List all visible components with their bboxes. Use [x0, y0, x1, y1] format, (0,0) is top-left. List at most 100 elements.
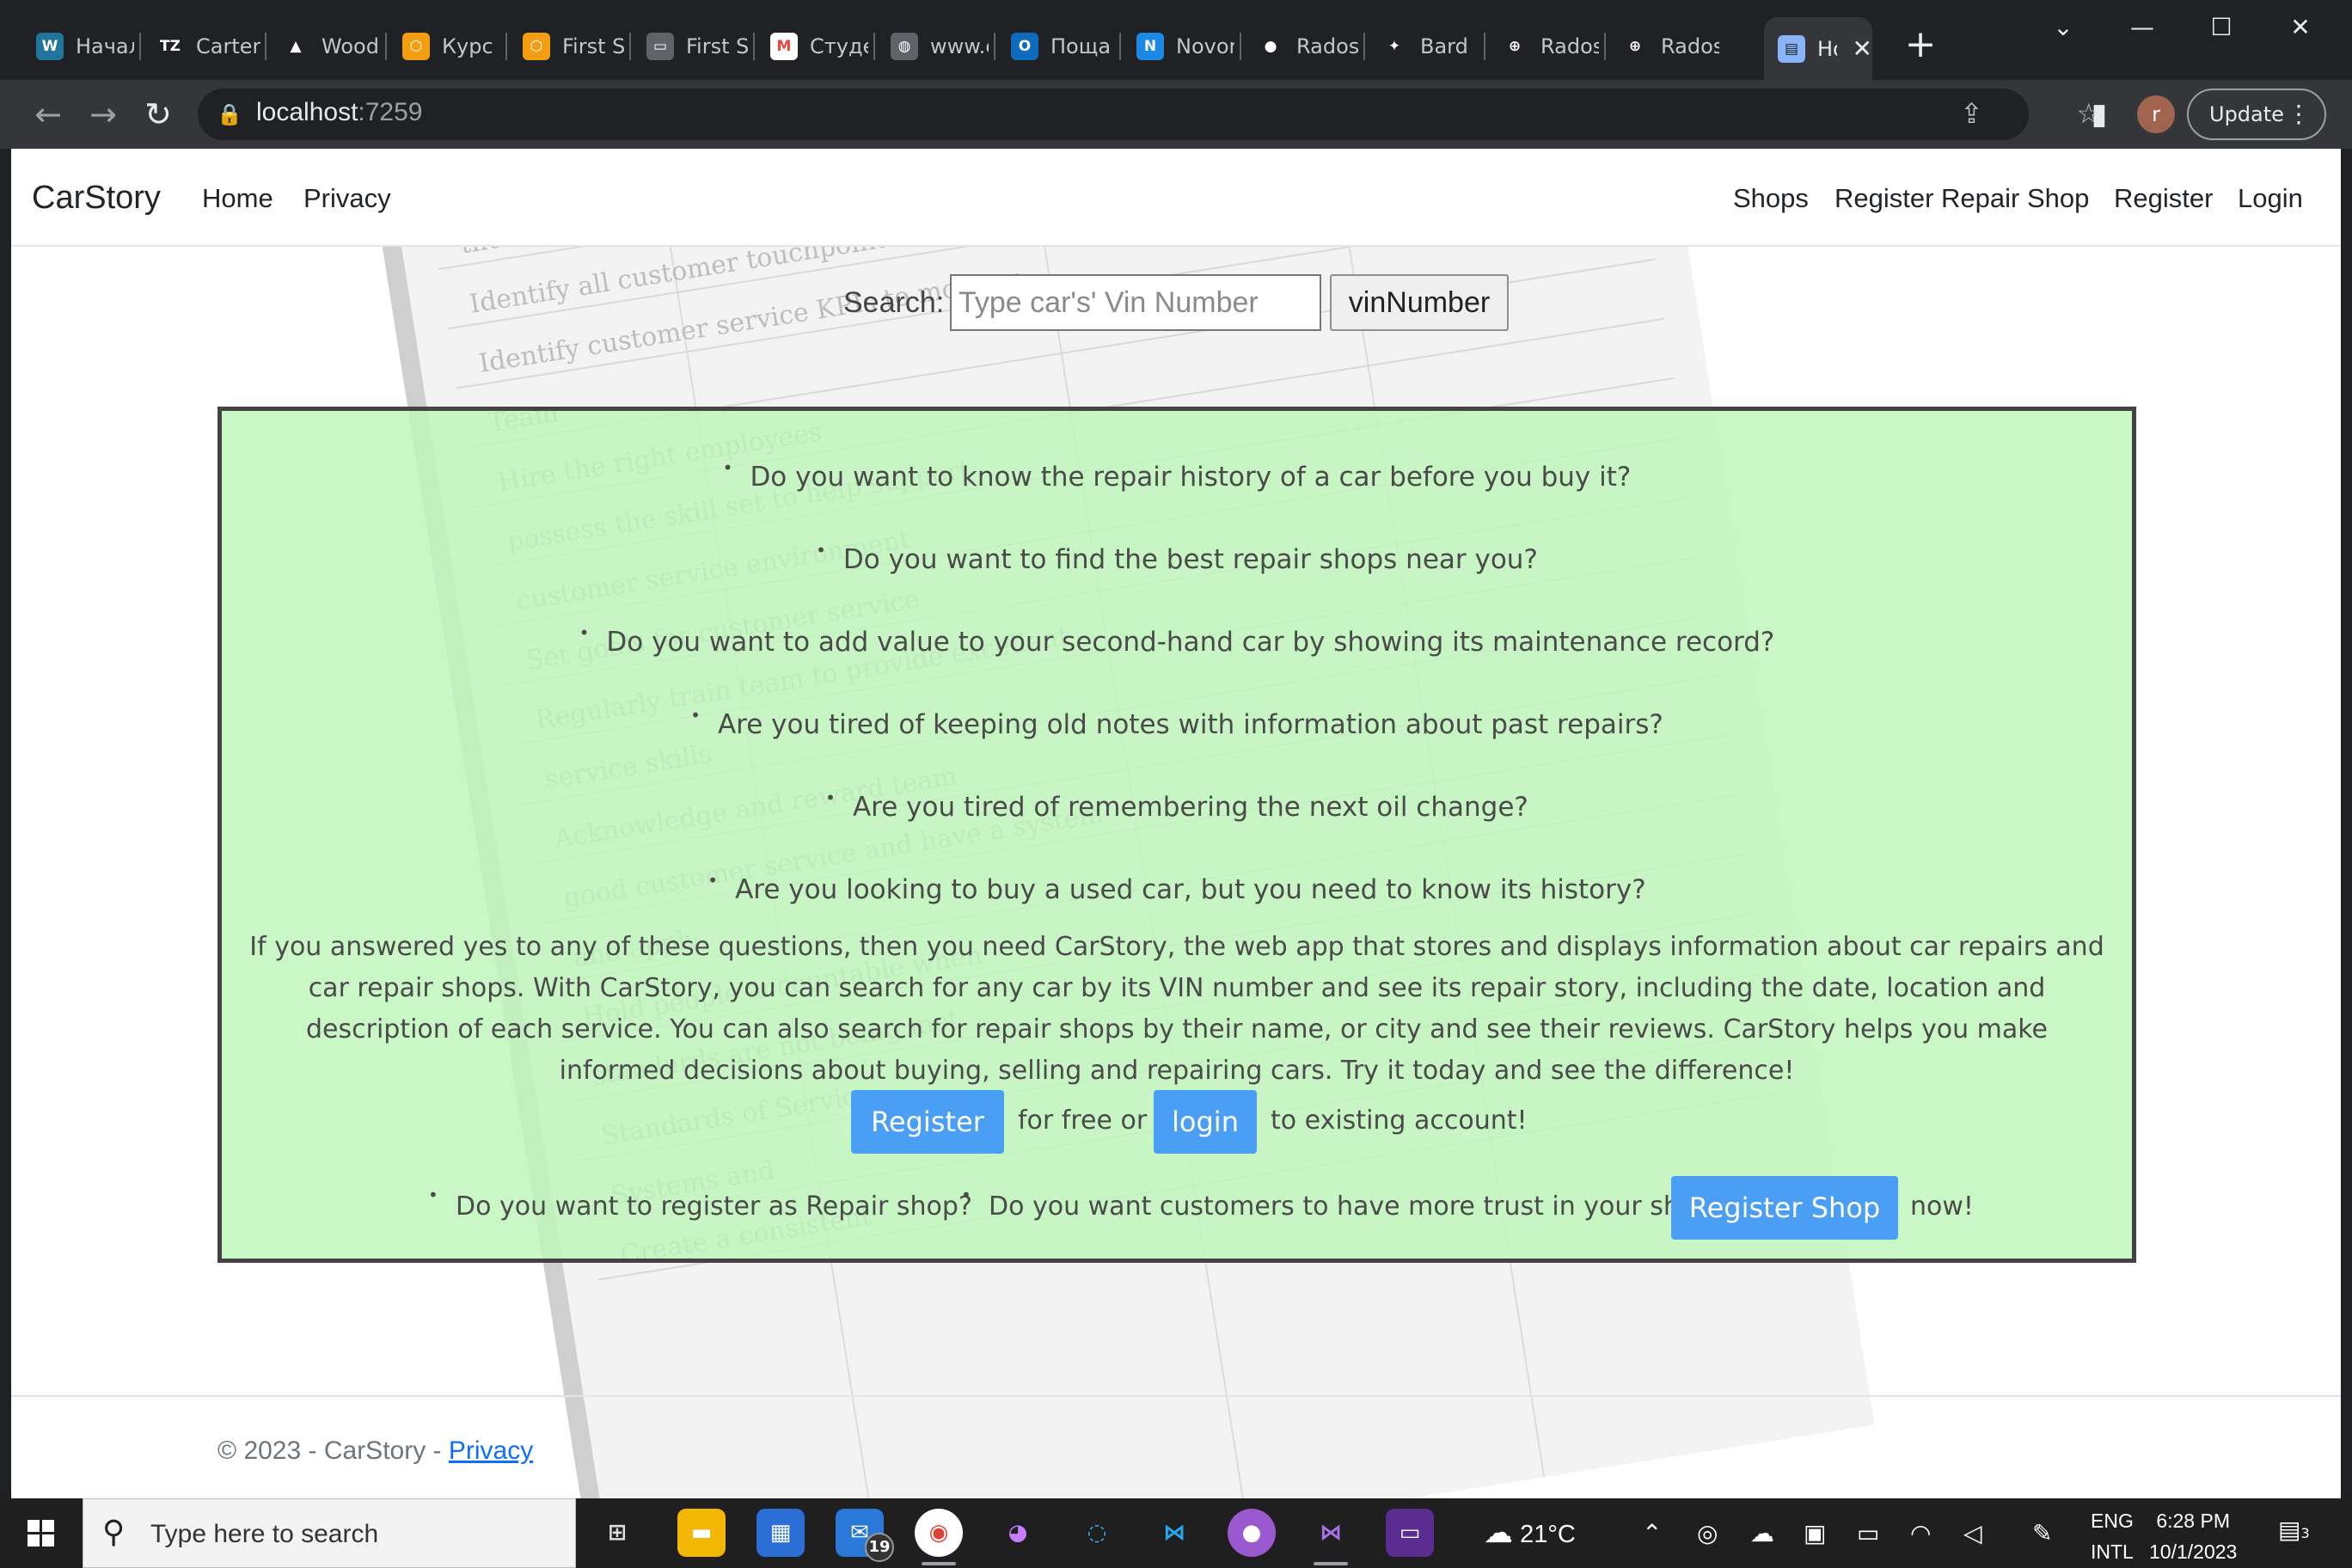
register-cta: Register for free or login to existing a… — [222, 1090, 2132, 1159]
tab[interactable]: ⊕ Rados — [1487, 22, 1599, 70]
tab[interactable]: ⬡ Курс — [389, 22, 500, 70]
tab[interactable]: ● Rados — [1243, 22, 1358, 70]
update-button[interactable]: Update ⋮ — [2187, 89, 2326, 140]
footer-privacy-link[interactable]: Privacy — [449, 1436, 533, 1465]
taskbar-search[interactable]: ⚲ Type here to search — [83, 1498, 576, 1568]
tab-separator — [1119, 33, 1121, 60]
tab[interactable]: O Поща — [997, 22, 1114, 70]
gmail-icon: M — [770, 33, 798, 60]
nav-login[interactable]: Login — [2238, 183, 2303, 214]
nav-register[interactable]: Register — [2114, 183, 2213, 214]
register-button[interactable]: Register — [851, 1090, 1004, 1154]
outlook-icon: O — [1011, 33, 1038, 60]
taskbar-search-placeholder: Type here to search — [150, 1520, 379, 1548]
cta-text-end: to existing account! — [1271, 1106, 1528, 1136]
chrome-icon[interactable]: ◉ — [915, 1509, 963, 1565]
task-view-icon[interactable]: ⊞ — [593, 1509, 641, 1557]
nav-privacy[interactable]: Privacy — [303, 183, 391, 214]
register-shop-cta: • Do you want to register as Repair shop… — [222, 1173, 2132, 1250]
chevron-up-icon[interactable]: ⌃ — [1642, 1519, 1662, 1547]
forward-button[interactable]: → — [81, 92, 126, 137]
address-bar[interactable]: 🔒 localhost:7259 ⇪ ☆ — [198, 89, 2101, 140]
battery-icon[interactable]: ▭ — [1857, 1519, 1879, 1547]
tab[interactable]: ◍ www.c — [877, 22, 989, 70]
tab[interactable]: ⊕ Rados — [1608, 22, 1719, 70]
brand-logo[interactable]: CarStory — [32, 180, 161, 217]
shop-question-2: Do you want customers to have more trust… — [989, 1191, 1712, 1222]
visual-studio-icon[interactable]: ⋈ — [1307, 1509, 1355, 1565]
search-icon: ⚲ — [102, 1515, 126, 1550]
more-menu-icon[interactable]: ⋮ — [2287, 90, 2311, 138]
tab-separator — [1363, 33, 1365, 60]
footer-divider — [11, 1395, 2341, 1397]
pen-icon[interactable]: ✎ — [2032, 1519, 2052, 1547]
login-button[interactable]: login — [1154, 1090, 1257, 1154]
tab[interactable]: ⬡ First S — [509, 22, 624, 70]
reload-button[interactable]: ↻ — [136, 92, 181, 137]
microsoft-store-icon[interactable]: ▦ — [756, 1509, 805, 1557]
vin-search-input[interactable] — [950, 274, 1321, 331]
paint-icon[interactable]: ◕ — [994, 1509, 1042, 1557]
tab-search-chevron-icon[interactable]: ⌄ — [2029, 7, 2098, 48]
register-shop-button[interactable]: Register Shop — [1671, 1176, 1898, 1240]
tab[interactable]: TZ Carter — [143, 22, 263, 70]
vscode-icon[interactable]: ⋈ — [1150, 1509, 1198, 1557]
tab-separator — [1484, 33, 1485, 60]
tab-separator — [1240, 33, 1241, 60]
tab[interactable]: ▭ First S — [633, 22, 748, 70]
vin-search-button[interactable]: vinNumber — [1330, 274, 1509, 331]
edge-icon[interactable]: ◌ — [1073, 1509, 1121, 1557]
browser-toolbar: ← → ↻ 🔒 localhost:7259 ⇪ ☆ ▮ r Update ⋮ — [0, 80, 2352, 149]
notifications-icon[interactable]: ▤3 — [2278, 1516, 2310, 1544]
screen-icon[interactable]: ▣ — [1804, 1519, 1826, 1547]
tab-label: Bard — [1420, 34, 1468, 58]
clock[interactable]: 6:28 PM 10/1/2023 — [2149, 1505, 2237, 1567]
nav-shops[interactable]: Shops — [1733, 183, 1809, 214]
tab-label: www.c — [930, 34, 989, 58]
tab-separator — [629, 33, 631, 60]
language-indicator[interactable]: ENG INTL — [2091, 1505, 2134, 1567]
tab-separator — [753, 33, 755, 60]
wifi-icon[interactable]: ◠ — [1910, 1519, 1931, 1547]
browser-tab-strip: W Начал TZ Carter ▲ Wood ⬡ Курс ⬡ First S ▭ First S… — [0, 0, 2352, 80]
tab[interactable]: ✦ Bard — [1367, 22, 1479, 70]
site-navbar: CarStory Home Privacy Shops Register Rep… — [11, 149, 2341, 247]
intro-paragraph: If you answered yes to any of these ques… — [249, 932, 2104, 1086]
start-button[interactable] — [0, 1498, 83, 1568]
tab-label: Wood — [322, 34, 379, 58]
close-icon[interactable]: ✕ — [1853, 34, 1872, 63]
globe-icon: ⊕ — [1501, 33, 1528, 60]
globe-icon: ◍ — [891, 33, 918, 60]
nav-register-repair-shop[interactable]: Register Repair Shop — [1834, 183, 2089, 214]
question-item: • Do you want to add value to your second… — [579, 622, 1775, 658]
tab-label: First S — [686, 34, 748, 58]
mail-icon[interactable]: ✉ 19 — [836, 1509, 894, 1562]
maximize-button[interactable]: ☐ — [2187, 7, 2256, 48]
tab-separator — [873, 33, 875, 60]
share-icon[interactable]: ⇪ — [1960, 97, 1983, 130]
onedrive-icon[interactable]: ☁ — [1750, 1519, 1774, 1547]
tab[interactable]: M Студе — [756, 22, 868, 70]
terminal-icon[interactable]: ▭ — [1386, 1509, 1434, 1557]
volume-icon[interactable]: ◁ — [1963, 1519, 1982, 1547]
tab[interactable]: ▲ Wood — [268, 22, 380, 70]
tab-label: Поща — [1050, 34, 1112, 58]
tab[interactable]: W Начал — [22, 22, 134, 70]
profile-avatar[interactable]: r — [2137, 95, 2175, 133]
tab-active[interactable]: ▤ Ho ✕ — [1764, 17, 1872, 80]
github-desktop-icon[interactable]: ● — [1228, 1509, 1276, 1557]
shop-text-end: now! — [1910, 1191, 1974, 1222]
meet-icon[interactable]: ◎ — [1697, 1519, 1718, 1547]
tab-label: Rados — [1540, 34, 1599, 58]
nav-home[interactable]: Home — [202, 183, 273, 214]
tab[interactable]: N Novor — [1123, 22, 1234, 70]
new-tab-button[interactable]: + — [1900, 26, 1941, 67]
side-panel-icon[interactable]: ▮ — [2080, 95, 2118, 133]
close-window-button[interactable]: ✕ — [2266, 7, 2335, 48]
tab-separator — [265, 33, 266, 60]
file-explorer-icon[interactable]: ▬ — [677, 1509, 726, 1557]
weather-widget[interactable]: ☁ 21°C — [1484, 1516, 1576, 1550]
tab-label: First S — [562, 34, 624, 58]
minimize-button[interactable]: — — [2108, 7, 2177, 48]
back-button[interactable]: ← — [26, 92, 70, 137]
